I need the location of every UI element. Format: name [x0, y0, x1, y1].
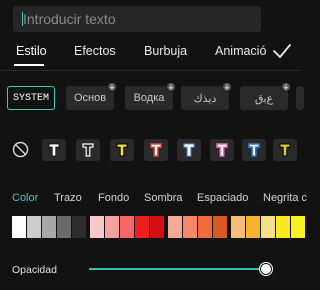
font-chip-system[interactable]: SYSTEM — [7, 86, 55, 110]
subtab-trazo[interactable]: Trazo — [54, 192, 82, 204]
color-swatch[interactable] — [57, 216, 71, 238]
font-chip-label: Основ — [73, 92, 107, 104]
text-style-yellow[interactable] — [110, 139, 134, 161]
text-style-red-outline[interactable] — [144, 139, 168, 161]
text-input[interactable] — [23, 6, 253, 32]
text-style-outline[interactable] — [76, 139, 100, 161]
color-swatch[interactable] — [12, 216, 26, 238]
color-swatch[interactable] — [150, 216, 164, 238]
text-style-yellow-green[interactable] — [273, 139, 297, 161]
active-tab-indicator — [14, 64, 44, 66]
color-swatch[interactable] — [231, 216, 245, 238]
color-swatch[interactable] — [120, 216, 134, 238]
color-swatch[interactable] — [213, 216, 227, 238]
font-chip-arabic-1[interactable]: ديذك — [181, 82, 232, 110]
color-swatch[interactable] — [168, 216, 182, 238]
text-style-pink-outline[interactable] — [210, 139, 234, 161]
text-style-blue-shadow[interactable] — [177, 139, 201, 161]
subtab-negrita[interactable]: Negrita c — [263, 192, 307, 204]
subtab-color[interactable]: Color — [12, 192, 38, 204]
color-swatch[interactable] — [198, 216, 212, 238]
color-swatch[interactable] — [291, 216, 305, 238]
color-swatch[interactable] — [183, 216, 197, 238]
divider — [0, 70, 300, 71]
download-icon — [281, 82, 291, 92]
download-icon — [166, 82, 176, 92]
color-swatch[interactable] — [72, 216, 86, 238]
font-chip-partial[interactable] — [296, 86, 304, 110]
font-chip-label: ﻉﺑﻕ — [254, 92, 274, 105]
font-chip-label: Водка — [133, 92, 165, 104]
color-swatch[interactable] — [246, 216, 260, 238]
font-chip-osnov[interactable]: Основ — [66, 82, 117, 110]
tab-animacion[interactable]: Animació — [215, 44, 266, 58]
subtab-fondo[interactable]: Fondo — [98, 192, 129, 204]
text-input-container[interactable] — [13, 6, 261, 32]
color-swatch[interactable] — [42, 216, 56, 238]
tab-efectos[interactable]: Efectos — [74, 44, 116, 58]
font-chip-arabic-2[interactable]: ﻉﺑﻕ — [240, 82, 291, 110]
confirm-check-icon[interactable] — [272, 42, 292, 60]
font-chip-label: SYSTEM — [12, 92, 49, 104]
font-chip-vodka[interactable]: Водка — [125, 82, 176, 110]
subtab-espaciado[interactable]: Espaciado — [197, 192, 248, 204]
tab-bar: Estilo Efectos Burbuja Animació — [0, 36, 300, 66]
font-chip-label: ديذك — [193, 92, 217, 105]
color-swatch[interactable] — [135, 216, 149, 238]
color-swatch[interactable] — [27, 216, 41, 238]
tab-burbuja[interactable]: Burbuja — [144, 44, 187, 58]
color-swatch[interactable] — [261, 216, 275, 238]
opacity-label: Opacidad — [12, 264, 57, 276]
opacity-slider-track[interactable] — [89, 268, 266, 270]
text-style-white-fill[interactable] — [42, 139, 66, 161]
tab-estilo[interactable]: Estilo — [16, 44, 47, 58]
subtab-sombra[interactable]: Sombra — [144, 192, 183, 204]
download-icon — [107, 82, 117, 92]
download-icon — [222, 82, 232, 92]
opacity-slider-thumb[interactable] — [260, 263, 272, 275]
color-swatch[interactable] — [90, 216, 104, 238]
color-swatch[interactable] — [105, 216, 119, 238]
text-style-blue[interactable] — [242, 139, 266, 161]
color-swatch[interactable] — [276, 216, 290, 238]
no-style-icon[interactable] — [12, 141, 29, 158]
